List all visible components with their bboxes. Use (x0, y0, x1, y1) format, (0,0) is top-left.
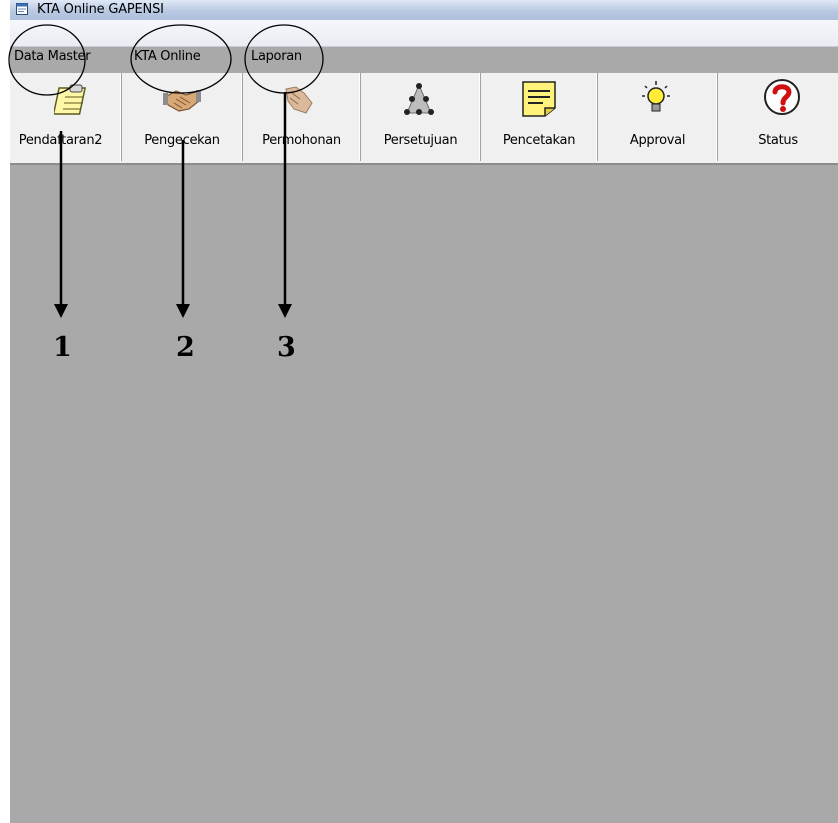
pengecekan-button[interactable]: Pengecekan (122, 73, 243, 161)
title-bar: KTA Online GAPENSI (10, 0, 838, 20)
menu-data-master[interactable]: Data Master (14, 49, 91, 64)
pengecekan-label: Pengecekan (144, 133, 220, 148)
workspace-area (10, 165, 838, 823)
page-margin (0, 0, 10, 823)
approval-label: Approval (629, 133, 686, 148)
annotation-number-2: 2 (176, 332, 195, 363)
printing-note-icon (522, 81, 556, 117)
app-window-icon (16, 3, 28, 15)
register-notepad-icon (54, 84, 86, 115)
permohonan-label: Permohonan (262, 133, 341, 148)
menu-bar (10, 20, 838, 47)
approval-button[interactable]: Approval (598, 73, 718, 161)
window-title: KTA Online GAPENSI (37, 2, 164, 17)
approval-network-icon (404, 83, 434, 115)
status-label: Status (758, 133, 798, 148)
pencetakan-label: Pencetakan (502, 133, 576, 148)
request-hand-icon (285, 86, 313, 114)
question-icon (764, 79, 800, 115)
toolbar: Pendaftaran2 Pengecekan Permohonan Perse… (10, 73, 838, 165)
permohonan-button[interactable]: Permohonan (243, 73, 361, 161)
menu-laporan[interactable]: Laporan (251, 49, 302, 64)
status-button[interactable]: Status (718, 73, 838, 161)
annotation-number-1: 1 (53, 332, 72, 363)
menu-kta-online[interactable]: KTA Online (134, 49, 201, 64)
handshake-icon (163, 90, 201, 112)
pendaftaran2-label: Pendaftaran2 (18, 133, 103, 148)
pendaftaran2-button[interactable]: Pendaftaran2 (10, 73, 122, 161)
pencetakan-button[interactable]: Pencetakan (481, 73, 598, 161)
persetujuan-button[interactable]: Persetujuan (361, 73, 481, 161)
app-window: KTA Online GAPENSI Data Master KTA Onlin… (10, 0, 838, 823)
persetujuan-label: Persetujuan (383, 133, 458, 148)
annotation-number-3: 3 (277, 332, 296, 363)
lightbulb-icon (642, 81, 670, 112)
